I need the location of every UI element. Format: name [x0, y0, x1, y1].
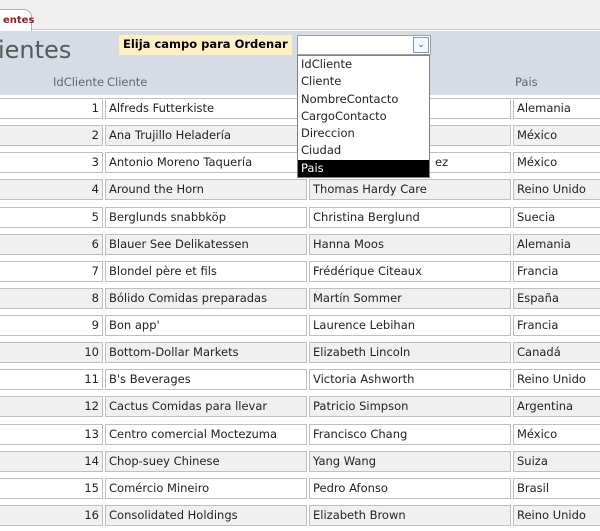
contacto-field[interactable]: Hanna Moos — [309, 233, 511, 255]
id-field[interactable]: 1 — [0, 98, 103, 119]
dropdown-option[interactable]: CargoContacto — [298, 108, 429, 125]
contacto-field[interactable]: Victoria Ashworth — [309, 369, 511, 391]
id-field[interactable]: 2 — [0, 125, 103, 147]
contacto-field[interactable]: Frédérique Citeaux — [309, 260, 511, 282]
cliente-field[interactable]: Blondel père et fils — [105, 260, 307, 282]
column-header-pais: Pais — [515, 75, 538, 89]
id-field[interactable]: 15 — [0, 477, 103, 499]
cliente-field[interactable]: Alfreds Futterkiste — [105, 98, 307, 119]
pais-field[interactable]: Canadá — [513, 342, 600, 364]
id-field[interactable]: 8 — [0, 287, 103, 309]
id-field[interactable]: 7 — [0, 260, 103, 282]
dropdown-option[interactable]: Cliente — [298, 73, 429, 90]
sort-label: Elija campo para Ordenar — [119, 35, 292, 55]
cliente-field[interactable]: Comércio Mineiro — [105, 477, 307, 499]
id-field[interactable]: 14 — [0, 450, 103, 472]
contacto-field[interactable]: Elizabeth Lincoln — [309, 342, 511, 364]
cliente-field[interactable]: Bólido Comidas preparadas — [105, 287, 307, 309]
dropdown-option[interactable]: Direccion — [298, 125, 429, 142]
id-field[interactable]: 12 — [0, 396, 103, 418]
pais-field[interactable]: Francia — [513, 260, 600, 282]
cliente-field[interactable]: Bon app' — [105, 315, 307, 337]
id-field[interactable]: 10 — [0, 342, 103, 364]
id-field[interactable]: 5 — [0, 206, 103, 228]
contacto-field[interactable]: Pedro Afonso — [309, 477, 511, 499]
contacto-field[interactable]: Martín Sommer — [309, 287, 511, 309]
pais-field[interactable]: México — [513, 152, 600, 174]
pais-field[interactable]: España — [513, 287, 600, 309]
contacto-field[interactable]: Yang Wang — [309, 450, 511, 472]
contacto-field[interactable]: Francisco Chang — [309, 423, 511, 445]
pais-field[interactable]: Suiza — [513, 450, 600, 472]
pais-field[interactable]: Alemania — [513, 233, 600, 255]
contacto-field[interactable]: Laurence Lebihan — [309, 315, 511, 337]
cliente-field[interactable]: Antonio Moreno Taquería — [105, 152, 307, 174]
cliente-field[interactable]: Berglunds snabbköp — [105, 206, 307, 228]
cliente-field[interactable]: Consolidated Holdings — [105, 504, 307, 526]
column-header-idcliente: IdCliente — [53, 75, 105, 89]
pais-field[interactable]: Reino Unido — [513, 369, 600, 391]
pais-field[interactable]: Alemania — [513, 98, 600, 119]
pais-field[interactable]: Francia — [513, 315, 600, 337]
sort-field-dropdown-list: IdCliente Cliente NombreContacto CargoConta… — [297, 55, 430, 179]
id-field[interactable]: 16 — [0, 504, 103, 526]
cliente-field[interactable]: Bottom-Dollar Markets — [105, 342, 307, 364]
pais-field[interactable]: México — [513, 125, 600, 147]
dropdown-option[interactable]: Ciudad — [298, 142, 429, 159]
id-field[interactable]: 13 — [0, 423, 103, 445]
pais-field[interactable]: México — [513, 423, 600, 445]
tab-bar — [0, 0, 600, 30]
sort-field-combobox[interactable]: ⌄ — [297, 35, 431, 55]
id-field[interactable]: 6 — [0, 233, 103, 255]
pais-field[interactable]: Brasil — [513, 477, 600, 499]
chevron-down-icon[interactable]: ⌄ — [413, 37, 429, 53]
contacto-field[interactable]: Christina Berglund — [309, 206, 511, 228]
id-field[interactable]: 9 — [0, 315, 103, 337]
cliente-field[interactable]: Ana Trujillo Heladería — [105, 125, 307, 147]
cliente-field[interactable]: Blauer See Delikatessen — [105, 233, 307, 255]
dropdown-option[interactable]: IdCliente — [298, 56, 429, 73]
pais-field[interactable]: Argentina — [513, 396, 600, 418]
cliente-field[interactable]: Centro comercial Moctezuma — [105, 423, 307, 445]
column-header-cliente: Cliente — [107, 75, 148, 89]
id-field[interactable]: 4 — [0, 179, 103, 201]
pais-field[interactable]: Reino Unido — [513, 504, 600, 526]
cliente-field[interactable]: Chop-suey Chinese — [105, 450, 307, 472]
cliente-field[interactable]: B's Beverages — [105, 369, 307, 391]
dropdown-option[interactable]: Pais — [298, 159, 429, 178]
pais-field[interactable]: Reino Unido — [513, 179, 600, 201]
contacto-field[interactable]: Elizabeth Brown — [309, 504, 511, 526]
pais-field[interactable]: Suecia — [513, 206, 600, 228]
tab-clientes[interactable]: entes — [0, 9, 34, 31]
cliente-field[interactable]: Around the Horn — [105, 179, 307, 201]
cliente-field[interactable]: Cactus Comidas para llevar — [105, 396, 307, 418]
id-field[interactable]: 11 — [0, 369, 103, 391]
form-title: ientes — [0, 36, 72, 64]
dropdown-option[interactable]: NombreContacto — [298, 91, 429, 108]
contacto-field[interactable]: Thomas Hardy Care — [309, 179, 511, 201]
id-field[interactable]: 3 — [0, 152, 103, 174]
contacto-field[interactable]: Patricio Simpson — [309, 396, 511, 418]
